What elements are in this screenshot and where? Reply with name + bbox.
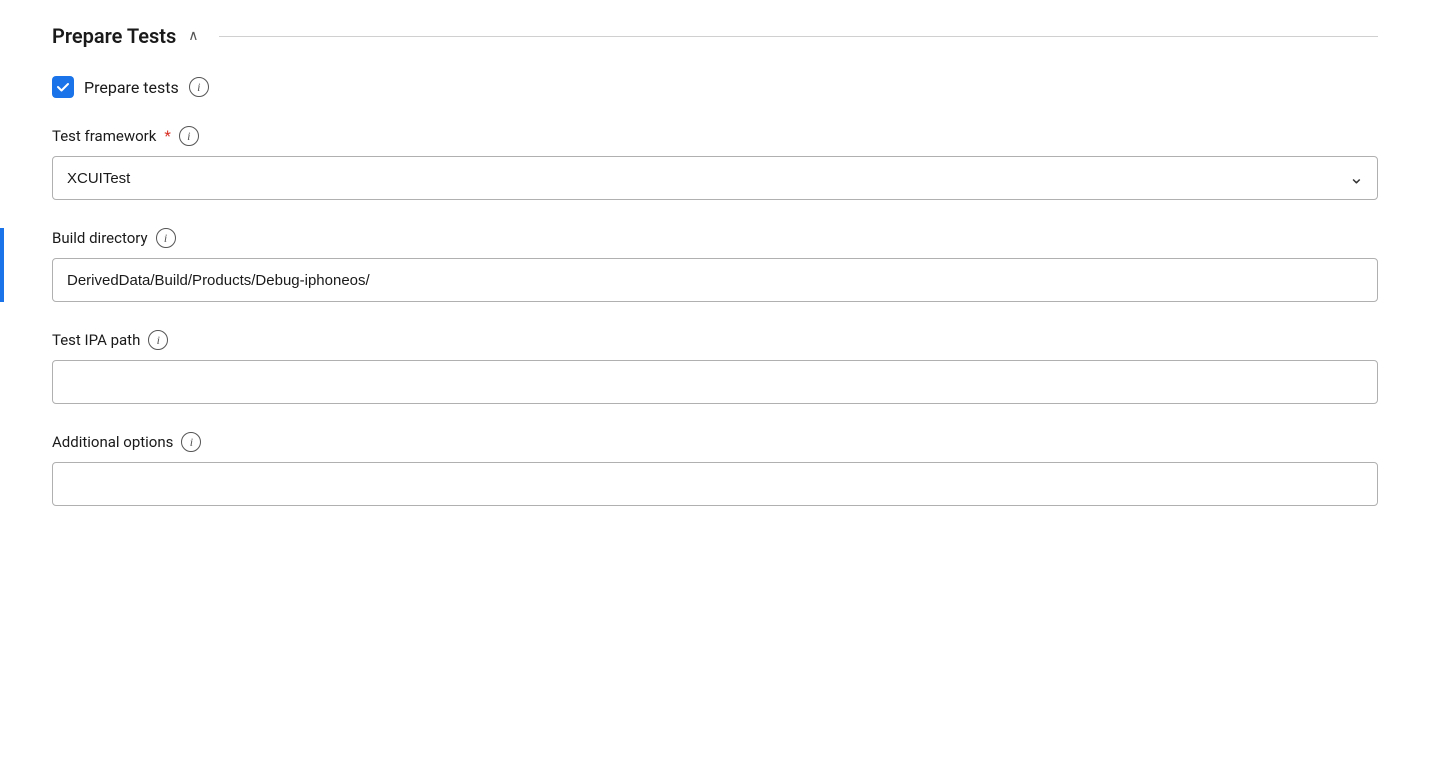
build-directory-info-icon[interactable]: i	[156, 228, 176, 248]
test-ipa-path-field-group: Test IPA path i	[52, 330, 1378, 404]
test-framework-label-row: Test framework * i	[52, 126, 1378, 146]
test-framework-field-group: Test framework * i XCUITest XCTest EarlG…	[52, 126, 1378, 200]
additional-options-label: Additional options	[52, 433, 173, 451]
prepare-tests-label: Prepare tests	[84, 78, 179, 97]
additional-options-label-row: Additional options i	[52, 432, 1378, 452]
test-framework-required-star: *	[164, 127, 170, 145]
additional-options-info-icon[interactable]: i	[181, 432, 201, 452]
section-divider	[219, 36, 1378, 37]
section-header: Prepare Tests ∧	[52, 24, 1378, 48]
section-title: Prepare Tests	[52, 24, 176, 48]
test-ipa-path-label: Test IPA path	[52, 331, 140, 349]
test-ipa-path-label-row: Test IPA path i	[52, 330, 1378, 350]
test-framework-select[interactable]: XCUITest XCTest EarlGrey	[52, 156, 1378, 200]
additional-options-input[interactable]	[52, 462, 1378, 506]
build-directory-field-group: Build directory i	[52, 228, 1378, 302]
test-framework-info-icon[interactable]: i	[179, 126, 199, 146]
test-ipa-path-input[interactable]	[52, 360, 1378, 404]
left-accent-bar	[0, 228, 4, 302]
build-directory-label: Build directory	[52, 229, 148, 247]
build-directory-label-row: Build directory i	[52, 228, 1378, 248]
additional-options-field-group: Additional options i	[52, 432, 1378, 506]
collapse-icon[interactable]: ∧	[188, 28, 198, 44]
build-directory-input[interactable]	[52, 258, 1378, 302]
test-ipa-path-info-icon[interactable]: i	[148, 330, 168, 350]
prepare-tests-info-icon[interactable]: i	[189, 77, 209, 97]
prepare-tests-checkbox[interactable]	[52, 76, 74, 98]
prepare-tests-row: Prepare tests i	[52, 76, 1378, 98]
test-framework-label: Test framework	[52, 127, 156, 145]
test-framework-select-wrapper: XCUITest XCTest EarlGrey ⌄	[52, 156, 1378, 200]
